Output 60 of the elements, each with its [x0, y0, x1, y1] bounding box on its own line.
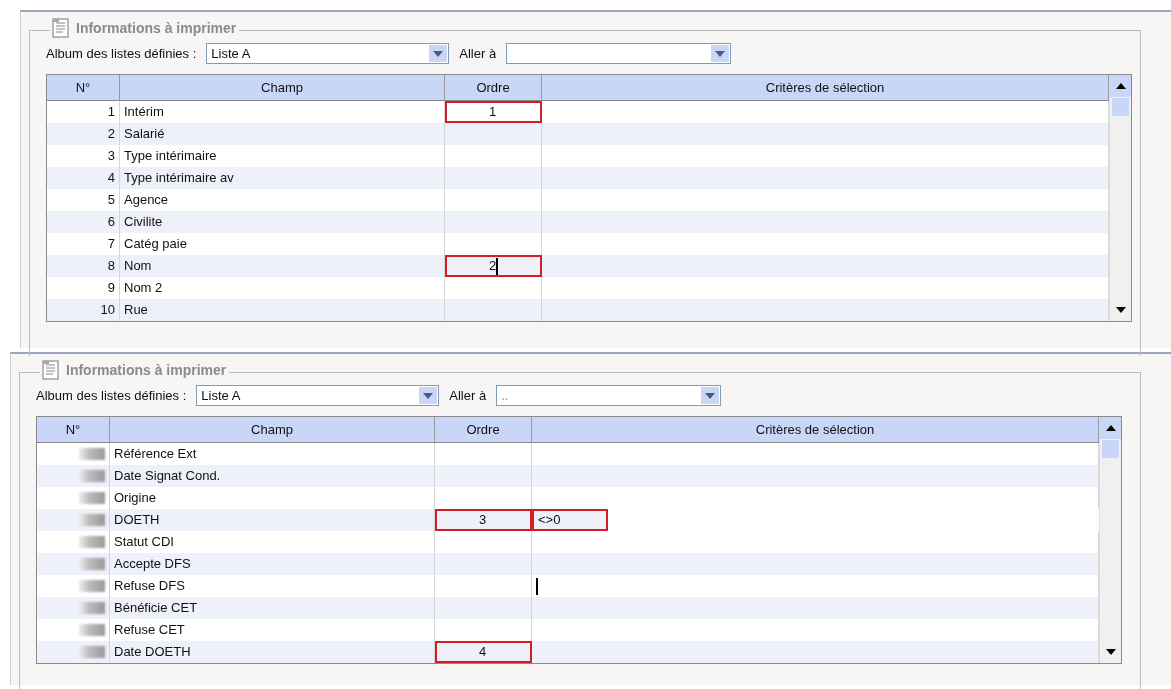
column-header: Champ	[110, 417, 435, 443]
table-cell: Salarié	[120, 123, 445, 145]
album-label: Album des listes définies :	[36, 388, 187, 403]
table-cell: Date DOETH	[110, 641, 435, 663]
table-cell: Accepte DFS	[110, 553, 435, 575]
column-header: Champ	[120, 75, 445, 101]
order-cell[interactable]: 4	[435, 641, 532, 663]
group-title: Informations à imprimer	[66, 362, 227, 378]
column-header: Critères de sélection	[532, 417, 1099, 443]
order-cell[interactable]	[435, 597, 532, 619]
criteria-cell[interactable]	[532, 597, 1099, 619]
order-cell[interactable]	[445, 299, 542, 321]
goto-dropdown[interactable]	[506, 43, 732, 64]
criteria-cell[interactable]: <>0	[532, 509, 608, 531]
table-cell: 10	[47, 299, 120, 321]
order-cell[interactable]	[445, 167, 542, 189]
criteria-cell[interactable]	[542, 123, 1109, 145]
goto-dropdown[interactable]: ..	[496, 385, 722, 406]
column-header: N°	[37, 417, 110, 443]
order-cell[interactable]: 1	[445, 101, 542, 123]
table-cell: Type intérimaire av	[120, 167, 445, 189]
scroll-thumb[interactable]	[1112, 98, 1129, 116]
table-cell: Bénéficie CET	[110, 597, 435, 619]
criteria-cell[interactable]	[542, 211, 1109, 233]
table-cell: Civilite	[120, 211, 445, 233]
column-header: Ordre	[435, 417, 532, 443]
goto-label: Aller à	[459, 46, 497, 61]
goto-label: Aller à	[449, 388, 487, 403]
column-header: Critères de sélection	[542, 75, 1109, 101]
scroll-up-icon[interactable]	[1100, 417, 1121, 439]
scrollbar[interactable]	[1099, 417, 1121, 663]
order-cell[interactable]: 3	[435, 509, 532, 531]
scrollbar[interactable]	[1109, 75, 1131, 321]
order-cell[interactable]: 2	[445, 255, 542, 277]
column-header: N°	[47, 75, 120, 101]
column-header: Ordre	[445, 75, 542, 101]
criteria-cell[interactable]	[532, 553, 1099, 575]
criteria-cell[interactable]	[532, 641, 1099, 663]
table-cell: 8	[47, 255, 120, 277]
table-cell: Nom	[120, 255, 445, 277]
group-title: Informations à imprimer	[76, 20, 237, 36]
order-cell[interactable]	[445, 123, 542, 145]
scroll-up-icon[interactable]	[1110, 75, 1131, 97]
order-cell[interactable]	[435, 553, 532, 575]
table-cell: 6	[47, 211, 120, 233]
table-cell: 2	[47, 123, 120, 145]
table-cell: DOETH	[110, 509, 435, 531]
order-cell[interactable]	[445, 211, 542, 233]
scroll-thumb[interactable]	[1102, 440, 1119, 458]
criteria-cell[interactable]	[542, 299, 1109, 321]
table-cell: 4	[47, 167, 120, 189]
order-cell[interactable]	[435, 465, 532, 487]
album-label: Album des listes définies :	[46, 46, 197, 61]
table-cell: Date Signat Cond.	[110, 465, 435, 487]
criteria-cell[interactable]	[542, 167, 1109, 189]
table-cell: Rue	[120, 299, 445, 321]
album-dropdown[interactable]: Liste A	[206, 43, 450, 64]
album-dropdown[interactable]: Liste A	[196, 385, 440, 406]
criteria-cell[interactable]	[542, 255, 1109, 277]
criteria-cell[interactable]	[532, 465, 1099, 487]
